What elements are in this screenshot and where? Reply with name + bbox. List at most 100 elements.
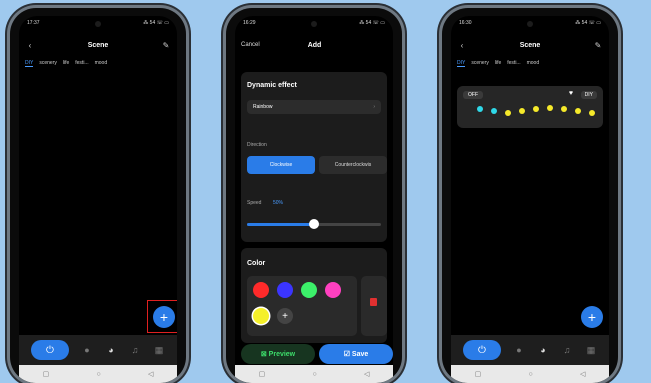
scene-tabs: DIY scenery life festi... mood — [25, 60, 171, 67]
tab-festival[interactable]: festi... — [507, 60, 520, 67]
top-bar: ‹ Scene ✎ — [25, 38, 171, 52]
status-time: 17:37 — [27, 20, 40, 26]
dynamic-effect-label: Dynamic effect — [247, 82, 297, 89]
light-dot — [547, 105, 553, 111]
cancel-button[interactable]: Cancel — [241, 42, 260, 48]
color-swatch-red[interactable] — [253, 282, 269, 298]
speed-slider-fill — [247, 223, 314, 226]
color-swatch-pink[interactable] — [325, 282, 341, 298]
home-icon[interactable]: ○ — [529, 371, 533, 378]
status-time: 16:29 — [243, 20, 256, 26]
power-button[interactable]: ⏻ — [463, 340, 501, 360]
edit-icon[interactable]: ✎ — [161, 40, 171, 50]
add-color-button[interactable]: + — [277, 308, 293, 324]
speed-slider-thumb[interactable] — [309, 219, 319, 229]
status-icons: ⁂ 54 ☏ ▭ — [575, 20, 601, 26]
diy-badge: DIY — [580, 91, 597, 99]
system-nav-bar: ▢ ○ ◁ — [451, 365, 609, 383]
tab-scenery[interactable]: scenery — [471, 60, 489, 67]
recents-icon[interactable]: ▢ — [475, 370, 482, 378]
color-swatch-green[interactable] — [301, 282, 317, 298]
light-dot — [575, 108, 581, 114]
light-dot — [519, 108, 525, 114]
light-dot — [477, 106, 483, 112]
camera-notch — [527, 21, 533, 27]
recents-icon[interactable]: ▢ — [43, 370, 50, 378]
back-icon[interactable]: ‹ — [457, 40, 467, 50]
delete-icon[interactable] — [370, 298, 377, 306]
color-card: Color + — [241, 248, 387, 343]
top-bar: Cancel Add — [241, 38, 387, 52]
palette-icon[interactable]: ◕ — [105, 345, 117, 355]
effect-select[interactable]: Rainbow › — [247, 100, 381, 114]
preview-button[interactable]: ⊠ Preview — [241, 344, 315, 364]
speed-label: Speed — [247, 200, 262, 206]
back-nav-icon[interactable]: ◁ — [364, 370, 369, 378]
page-title: Add — [307, 41, 322, 49]
tab-diy[interactable]: DIY — [25, 60, 34, 67]
color-label: Color — [247, 260, 266, 267]
heart-icon[interactable]: ♥ — [569, 90, 573, 97]
page-title: Scene — [519, 41, 541, 49]
bottom-nav: ⏻ ● ◕ ♫ ▦ — [19, 335, 177, 365]
add-scene-button[interactable]: + — [581, 306, 603, 328]
direction-clockwise[interactable]: Clockwise — [247, 156, 315, 174]
screen: 16:30 ⁂ 54 ☏ ▭ ‹ Scene ✎ DIY scenery lif… — [451, 16, 609, 383]
power-icon: ⏻ — [46, 344, 54, 356]
back-icon[interactable]: ‹ — [25, 40, 35, 50]
status-icons: ⁂ 54 ☏ ▭ — [143, 20, 169, 26]
bulb-icon[interactable]: ● — [81, 345, 93, 355]
light-dot — [533, 106, 539, 112]
tab-festival[interactable]: festi... — [75, 60, 88, 67]
tab-mood[interactable]: mood — [95, 60, 108, 67]
save-button[interactable]: ☑ Save — [319, 344, 393, 364]
edit-icon[interactable]: ✎ — [593, 40, 603, 50]
camera-notch — [95, 21, 101, 27]
status-icons: ⁂ 54 ☏ ▭ — [359, 20, 385, 26]
tab-life[interactable]: life — [495, 60, 501, 67]
status-time: 16:30 — [459, 20, 472, 26]
back-nav-icon[interactable]: ◁ — [148, 370, 153, 378]
bulb-icon[interactable]: ● — [513, 345, 525, 355]
system-nav-bar: ▢ ○ ◁ — [19, 365, 177, 383]
color-swatch-blue[interactable] — [277, 282, 293, 298]
page-title: Scene — [87, 41, 109, 49]
tab-mood[interactable]: mood — [527, 60, 540, 67]
phone-scene-empty: 17:37 ⁂ 54 ☏ ▭ ‹ Scene ✎ DIY scenery lif… — [10, 8, 186, 383]
grid-icon[interactable]: ▦ — [585, 345, 597, 356]
power-button[interactable]: ⏻ — [31, 340, 69, 360]
light-dot — [561, 106, 567, 112]
highlight-box — [147, 300, 177, 333]
screen: 16:29 ⁂ 54 ☏ ▭ Cancel Add Dynamic effect… — [235, 16, 393, 383]
delete-color-panel — [361, 276, 387, 336]
top-bar: ‹ Scene ✎ — [457, 38, 603, 52]
speed-slider[interactable] — [247, 219, 381, 229]
tab-scenery[interactable]: scenery — [39, 60, 57, 67]
color-swatch-yellow-selected[interactable] — [253, 308, 269, 324]
home-icon[interactable]: ○ — [313, 371, 317, 378]
effect-settings-card: Dynamic effect Rainbow › Direction Clock… — [241, 72, 387, 242]
music-icon[interactable]: ♫ — [129, 345, 141, 355]
off-badge[interactable]: OFF — [463, 91, 483, 99]
scene-tabs: DIY scenery life festi... mood — [457, 60, 603, 67]
bottom-nav: ⏻ ● ◕ ♫ ▦ — [451, 335, 609, 365]
system-nav-bar: ▢ ○ ◁ — [235, 365, 393, 383]
recents-icon[interactable]: ▢ — [259, 370, 266, 378]
palette-icon[interactable]: ◕ — [537, 345, 549, 355]
grid-icon[interactable]: ▦ — [153, 345, 165, 356]
screen: 17:37 ⁂ 54 ☏ ▭ ‹ Scene ✎ DIY scenery lif… — [19, 16, 177, 383]
direction-counterclockwise[interactable]: Counterclockwis — [319, 156, 387, 174]
home-icon[interactable]: ○ — [97, 371, 101, 378]
phone-scene-saved: 16:30 ⁂ 54 ☏ ▭ ‹ Scene ✎ DIY scenery lif… — [442, 8, 618, 383]
tab-life[interactable]: life — [63, 60, 69, 67]
back-nav-icon[interactable]: ◁ — [580, 370, 585, 378]
light-dot — [505, 110, 511, 116]
speed-value: 50% — [273, 200, 284, 206]
light-dot — [589, 110, 595, 116]
phone-add-effect: 16:29 ⁂ 54 ☏ ▭ Cancel Add Dynamic effect… — [226, 8, 402, 383]
diy-scene-card[interactable]: OFF ♥ DIY — [457, 86, 603, 128]
chevron-icon: › — [373, 104, 375, 110]
music-icon[interactable]: ♫ — [561, 345, 573, 355]
tab-diy[interactable]: DIY — [457, 60, 466, 67]
camera-notch — [311, 21, 317, 27]
